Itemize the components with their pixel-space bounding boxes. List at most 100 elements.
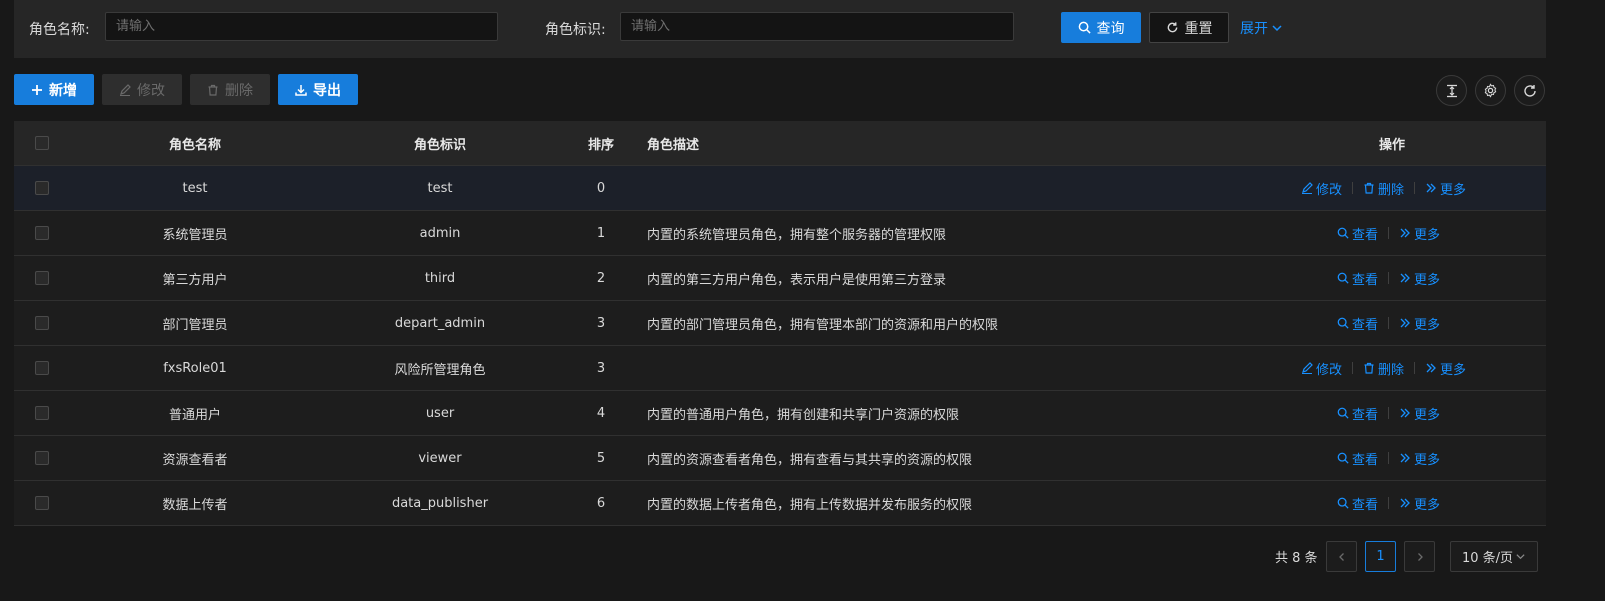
edit-button[interactable]: 修改 [102, 74, 182, 105]
more-action-label: 更多 [1414, 227, 1441, 243]
table-row: test test 0 修改 删除 更多 [14, 166, 1546, 211]
column-header-desc[interactable]: 角色描述 [647, 121, 1247, 165]
action-divider [1388, 407, 1390, 419]
search-icon [1337, 452, 1349, 464]
view-action[interactable]: 查看 [1337, 314, 1378, 333]
delete-action[interactable]: 删除 [1363, 359, 1404, 378]
edit-button-label: 修改 [137, 82, 165, 99]
search-icon [1337, 272, 1349, 284]
table-header: 角色名称 角色标识 排序 角色描述 操作 [14, 121, 1546, 166]
double-chevron-right-icon [1399, 452, 1411, 464]
role-name-label: 角色名称: [29, 22, 90, 38]
trash-icon [1363, 362, 1375, 374]
role-key-input[interactable] [620, 12, 1014, 41]
double-chevron-right-icon [1399, 407, 1411, 419]
page-size-select[interactable]: 10 条/页 [1450, 541, 1538, 572]
reset-button[interactable]: 重置 [1149, 12, 1229, 43]
row-checkbox[interactable] [35, 271, 49, 285]
more-action[interactable]: 更多 [1399, 449, 1440, 468]
cell-role-name: fxsRole01 [163, 360, 227, 376]
more-action[interactable]: 更多 [1399, 404, 1440, 423]
double-chevron-right-icon [1399, 272, 1411, 284]
edit-action[interactable]: 修改 [1301, 359, 1342, 378]
add-button[interactable]: 新增 [14, 74, 94, 105]
view-action[interactable]: 查看 [1337, 269, 1378, 288]
prev-page-button[interactable] [1326, 541, 1357, 572]
cell-description: 内置的部门管理员角色，拥有管理本部门的资源和用户的权限 [647, 317, 999, 333]
column-header-key[interactable]: 角色标识 [316, 121, 564, 165]
gear-icon [1483, 83, 1498, 98]
refresh-button[interactable] [1514, 75, 1545, 106]
chevron-down-icon [1271, 22, 1283, 34]
page-1-button[interactable]: 1 [1365, 541, 1396, 572]
column-height-icon [1445, 84, 1459, 98]
column-header-sort[interactable]: 排序 [564, 121, 638, 165]
edit-icon [1301, 182, 1313, 194]
row-checkbox[interactable] [35, 406, 49, 420]
double-chevron-right-icon [1425, 182, 1437, 194]
search-icon [1337, 227, 1349, 239]
role-name-input[interactable] [105, 12, 498, 41]
view-action-label: 查看 [1352, 272, 1379, 288]
row-checkbox[interactable] [35, 361, 49, 375]
cell-role-key: viewer [418, 450, 462, 466]
row-checkbox[interactable] [35, 316, 49, 330]
row-checkbox[interactable] [35, 181, 49, 195]
more-action[interactable]: 更多 [1399, 224, 1440, 243]
more-action[interactable]: 更多 [1425, 179, 1466, 198]
more-action[interactable]: 更多 [1399, 314, 1440, 333]
column-header-name[interactable]: 角色名称 [74, 121, 316, 165]
action-divider [1351, 362, 1353, 374]
plus-icon [31, 84, 43, 96]
view-action-label: 查看 [1352, 227, 1379, 243]
more-action-label: 更多 [1439, 182, 1466, 198]
next-page-button[interactable] [1404, 541, 1435, 572]
row-checkbox[interactable] [35, 496, 49, 510]
settings-button[interactable] [1475, 75, 1506, 106]
export-button[interactable]: 导出 [278, 74, 358, 105]
view-action[interactable]: 查看 [1337, 494, 1378, 513]
chevron-right-icon [1415, 552, 1425, 562]
more-action[interactable]: 更多 [1399, 269, 1440, 288]
more-action[interactable]: 更多 [1399, 494, 1440, 513]
table-row: 部门管理员 depart_admin 3 内置的部门管理员角色，拥有管理本部门的资源和… [14, 301, 1546, 346]
cell-sort: 4 [596, 405, 606, 421]
view-action[interactable]: 查看 [1337, 224, 1378, 243]
row-checkbox[interactable] [35, 451, 49, 465]
row-actions: 修改 删除 更多 [1301, 346, 1466, 390]
cell-role-name: 数据上传者 [162, 497, 228, 513]
cell-role-name: 部门管理员 [162, 317, 228, 333]
chevron-down-icon [1515, 551, 1526, 562]
reload-icon [1166, 21, 1179, 34]
row-checkbox[interactable] [35, 226, 49, 240]
refresh-icon [1523, 84, 1537, 98]
more-action[interactable]: 更多 [1425, 359, 1466, 378]
cell-description: 内置的数据上传者角色，拥有上传数据并发布服务的权限 [647, 497, 973, 513]
view-action[interactable]: 查看 [1337, 404, 1378, 423]
cell-role-name: 资源查看者 [162, 452, 228, 468]
view-action[interactable]: 查看 [1337, 449, 1378, 468]
trash-icon [207, 84, 219, 96]
cell-role-key: third [424, 270, 456, 286]
pagination-total: 共 8 条 [1275, 551, 1318, 566]
delete-button[interactable]: 删除 [190, 74, 270, 105]
roles-table: 角色名称 角色标识 排序 角色描述 操作 test test 0 修改 删除 更多 系统管理… [14, 121, 1546, 526]
column-height-button[interactable] [1436, 75, 1467, 106]
double-chevron-right-icon [1425, 362, 1437, 374]
cell-description: 内置的第三方用户角色，表示用户是使用第三方登录 [647, 272, 947, 288]
column-header-ops: 操作 [1378, 137, 1405, 153]
edit-action[interactable]: 修改 [1301, 179, 1342, 198]
double-chevron-right-icon [1399, 317, 1411, 329]
table-row: 资源查看者 viewer 5 内置的资源查看者角色，拥有查看与其共享的资源的权限 查看 更… [14, 436, 1546, 481]
view-action-label: 查看 [1352, 407, 1379, 423]
delete-action-label: 删除 [1377, 362, 1404, 378]
cell-sort: 1 [596, 225, 606, 241]
more-action-label: 更多 [1414, 452, 1441, 468]
select-all-checkbox[interactable] [35, 136, 49, 150]
double-chevron-right-icon [1399, 227, 1411, 239]
delete-action[interactable]: 删除 [1363, 179, 1404, 198]
cell-description: 内置的资源查看者角色，拥有查看与其共享的资源的权限 [647, 452, 973, 468]
search-icon [1337, 407, 1349, 419]
query-button[interactable]: 查询 [1061, 12, 1141, 43]
expand-toggle[interactable]: 展开 [1240, 18, 1283, 38]
